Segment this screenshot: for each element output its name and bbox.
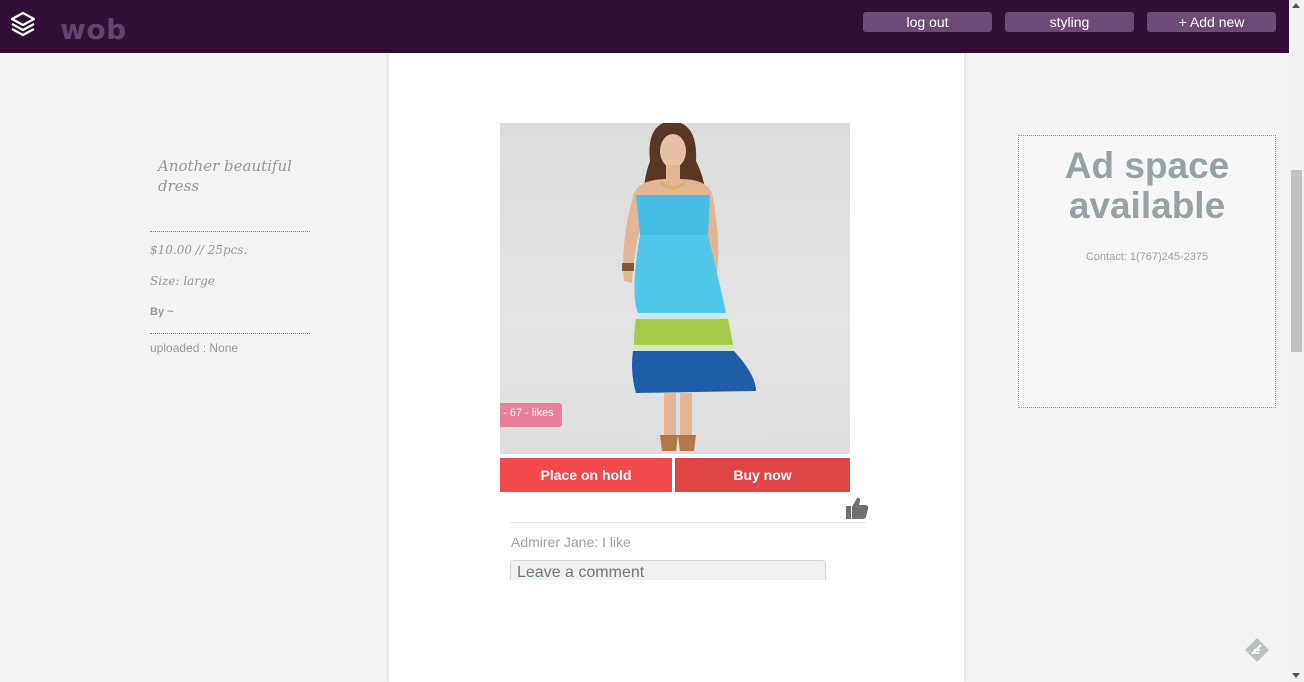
- layers-icon[interactable]: [10, 11, 36, 37]
- item-size: Size: large: [150, 274, 215, 288]
- vertical-scrollbar[interactable]: [1289, 0, 1304, 682]
- comment-input[interactable]: [510, 560, 826, 580]
- item-uploaded: uploaded : None: [150, 341, 239, 355]
- thumbs-up-icon[interactable]: [844, 495, 870, 521]
- item-title: Another beautiful dress: [158, 157, 292, 195]
- place-on-hold-button[interactable]: Place on hold: [500, 458, 672, 492]
- scroll-thumb[interactable]: [1291, 170, 1302, 352]
- divider: [150, 231, 310, 232]
- top-navigation-bar: wob log out styling + Add new: [0, 0, 1289, 53]
- item-author: By ~: [150, 306, 174, 318]
- scroll-down-arrow-icon[interactable]: [1292, 673, 1300, 678]
- add-new-button[interactable]: + Add new: [1147, 12, 1276, 32]
- comments-divider: [510, 522, 866, 523]
- ad-box[interactable]: Ad space available Contact: 1(767)245-23…: [1018, 135, 1276, 408]
- brand-logo[interactable]: wob: [60, 13, 127, 46]
- ad-contact: Contact: 1(767)245-2375: [1085, 251, 1209, 263]
- comment-text: Admirer Jane: I like: [511, 534, 631, 550]
- logout-button[interactable]: log out: [863, 12, 992, 32]
- divider: [150, 333, 310, 334]
- buy-now-button[interactable]: Buy now: [675, 458, 850, 492]
- ad-title: Ad space available: [1064, 145, 1230, 226]
- styling-button[interactable]: styling: [1005, 12, 1134, 32]
- scroll-up-arrow-icon[interactable]: [1292, 3, 1300, 8]
- likes-badge: - 67 - likes: [500, 403, 562, 427]
- feather-icon[interactable]: [1244, 637, 1270, 663]
- item-price: $10.00 // 25pcs.: [150, 243, 248, 257]
